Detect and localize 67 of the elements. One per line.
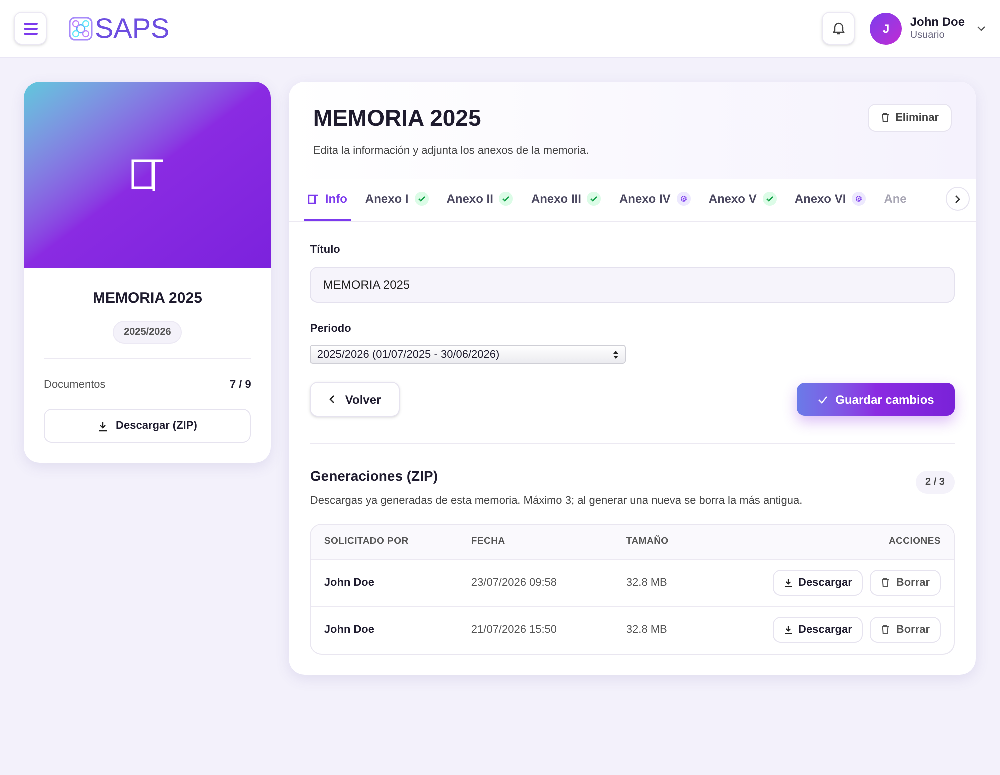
table-cell-text: 23/07/2026 09:58: [471, 576, 558, 590]
title-field[interactable]: MEMORIA 2025: [310, 266, 955, 303]
tab[interactable]: Anexo III: [527, 179, 606, 222]
download-button[interactable]: Descargar: [772, 570, 864, 596]
trash-icon: [880, 113, 890, 123]
period-select[interactable]: 2025/2026 (01/07/2025 - 30/06/2026): [310, 345, 626, 364]
tab[interactable]: Anexo I: [361, 179, 433, 222]
chevron-left-icon: [329, 395, 336, 404]
column-header: ACCIONES: [888, 534, 941, 549]
user-role: Usuario: [910, 30, 946, 42]
user-avatar: J: [870, 12, 902, 44]
table-cell-text: John Doe: [324, 576, 376, 590]
table-cell-text: John Doe: [324, 623, 376, 638]
column-header: TAMAÑO: [626, 534, 670, 549]
check-icon: [587, 192, 602, 206]
delete-button[interactable]: Borrar: [870, 617, 941, 644]
back-button[interactable]: Volver: [310, 382, 400, 418]
book-icon: [308, 194, 320, 205]
bell-icon: [832, 21, 846, 36]
check-icon: [762, 192, 777, 206]
download-icon: [784, 625, 793, 636]
column-header: SOLICITADO POR: [324, 534, 410, 549]
tab[interactable]: Anexo IV: [615, 179, 695, 222]
section-description: Descargas ya generadas de esta memoria. Máximo 3; al generar una nueva se borra la más antigua.: [310, 494, 803, 510]
trash-icon: [881, 578, 890, 588]
count-badge: 2 / 3: [916, 471, 955, 494]
gear-icon: [676, 192, 691, 206]
column-header: FECHA: [471, 534, 506, 549]
trash-icon: [881, 625, 890, 636]
user-menu[interactable]: J John Doe Usuario: [870, 12, 986, 44]
download-icon: [98, 420, 108, 432]
page-title: MEMORIA 2025: [313, 104, 482, 133]
title-label: Título: [310, 243, 342, 258]
download-zip-button[interactable]: Descargar (ZIP): [44, 409, 252, 443]
check-icon: [818, 396, 828, 404]
tab[interactable]: Info: [304, 179, 352, 222]
select-arrows-icon: [613, 350, 620, 360]
notifications-button[interactable]: [822, 12, 856, 45]
table-cell-text: 32.8 MB: [626, 576, 668, 590]
documents-label: Documentos: [44, 378, 106, 392]
period-badge: 2025/2026: [113, 320, 182, 344]
gear-icon: [852, 192, 866, 206]
table-cell-text: 21/07/2026 15:50: [471, 623, 558, 638]
download-button[interactable]: Descargar: [772, 617, 864, 644]
menu-button[interactable]: [14, 12, 47, 45]
table-cell-text: 32.8 MB: [626, 623, 668, 638]
save-button[interactable]: Guardar cambios: [797, 383, 955, 416]
tab[interactable]: Anexo V: [704, 179, 781, 222]
tab[interactable]: Anexo VI: [790, 179, 870, 222]
tab[interactable]: Anexo II: [442, 179, 518, 222]
logo-text: SAPS: [95, 14, 170, 42]
documents-count: 7 / 9: [230, 378, 252, 392]
chevron-right-icon: [955, 194, 961, 204]
book-icon: [130, 157, 166, 193]
period-label: Periodo: [310, 322, 352, 337]
chevron-down-icon: [977, 26, 986, 32]
section-title: Generaciones (ZIP): [310, 467, 439, 486]
page-subtitle: Edita la información y adjunta los anexos de la memoria.: [313, 144, 590, 159]
menu-icon: [24, 22, 38, 34]
delete-button[interactable]: Eliminar: [868, 104, 952, 132]
logo-icon: [69, 16, 93, 40]
download-icon: [784, 578, 793, 588]
user-name: John Doe: [910, 14, 965, 30]
check-icon: [414, 192, 429, 206]
delete-button[interactable]: Borrar: [870, 570, 941, 596]
check-icon: [499, 192, 514, 206]
card-title: MEMORIA 2025: [92, 289, 202, 309]
